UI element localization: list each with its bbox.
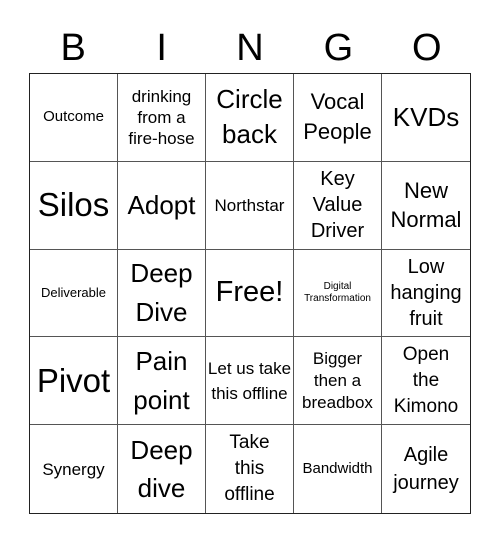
bingo-cell[interactable]: Take this offline (206, 425, 294, 513)
bingo-cell[interactable]: Adopt (118, 161, 206, 250)
bingo-header: B I N G O (29, 22, 471, 74)
cell-text: New Normal (390, 178, 462, 233)
cell-text: Deliverable (40, 284, 107, 300)
cell-text: Agile journey (393, 444, 459, 495)
cell-text: Northstar (214, 195, 285, 215)
cell-text: Outcome (43, 108, 104, 126)
cell-text: Deep Dive (130, 257, 193, 327)
header-letter-g: G (323, 27, 354, 69)
cell-text: Adopt (127, 189, 196, 220)
cell-text: Bigger then a breadbox (302, 348, 373, 412)
bingo-cell[interactable]: Key Value Driver (294, 161, 382, 250)
cell-text: Digital Transformation (304, 280, 371, 304)
bingo-cell[interactable]: Northstar (206, 161, 294, 250)
bingo-cell[interactable]: Pain point (118, 337, 206, 426)
cell-text: KVDs (392, 101, 460, 132)
bingo-cell free-space[interactable]: Free! (206, 249, 294, 338)
bingo-cell[interactable]: Let us take this offline (206, 337, 294, 426)
cell-text: Deep dive (130, 435, 193, 504)
bingo-cell[interactable]: Bigger then a breadbox (294, 337, 382, 426)
bingo-cell[interactable]: drinking from a fire-hose (118, 74, 206, 162)
bingo-cell[interactable]: New Normal (382, 162, 470, 250)
cell-text: Pain point (133, 345, 190, 415)
cell-text: Bandwidth (302, 460, 373, 478)
cell-text: drinking from a fire-hose (128, 86, 195, 148)
cell-text: Pivot (36, 361, 111, 399)
header-letter-b: B (60, 27, 86, 69)
bingo-cell[interactable]: Pivot (30, 337, 118, 426)
cell-text: Synergy (42, 459, 105, 479)
free-space-text: Free! (215, 276, 284, 309)
bingo-cell[interactable]: Outcome (30, 74, 118, 162)
bingo-cell[interactable]: Agile journey (382, 425, 470, 513)
bingo-cell[interactable]: Digital Transformation (294, 249, 382, 338)
cell-text: Take this offline (224, 432, 275, 506)
bingo-cell[interactable]: Deliverable (30, 249, 118, 338)
cell-text: Let us take this offline (207, 358, 292, 403)
bingo-cell[interactable]: Synergy (30, 425, 118, 513)
header-letter-n: N (236, 27, 264, 69)
cell-text: Open the Kimono (393, 343, 459, 417)
cell-text: Key Value Driver (310, 168, 365, 243)
header-letter-o: O (412, 27, 442, 69)
header-letter-i: I (156, 27, 167, 69)
bingo-cell[interactable]: Open the Kimono (382, 337, 470, 426)
bingo-cell[interactable]: Silos (30, 161, 118, 250)
bingo-cell[interactable]: Bandwidth (294, 425, 382, 513)
bingo-cell[interactable]: Circle back (206, 74, 294, 162)
bingo-cell[interactable]: Low hanging fruit (382, 250, 470, 338)
bingo-cell[interactable]: Deep dive (118, 425, 206, 513)
bingo-cell[interactable]: KVDs (382, 74, 470, 162)
bingo-cell[interactable]: Deep Dive (118, 249, 206, 338)
cell-text: Low hanging fruit (390, 255, 462, 330)
cell-text: Circle back (216, 84, 283, 150)
cell-text: Vocal People (303, 89, 372, 145)
bingo-card-grid: Outcome drinking from a fire-hose Circle… (29, 73, 471, 514)
cell-text: Silos (37, 186, 110, 224)
bingo-cell[interactable]: Vocal People (294, 74, 382, 162)
